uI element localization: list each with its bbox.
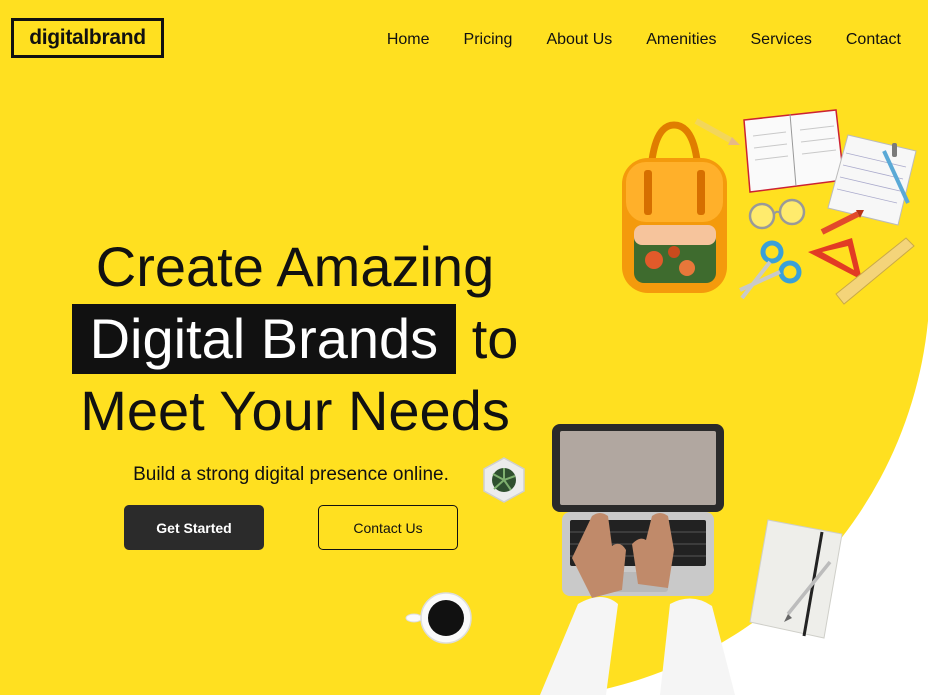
scissors-image: [739, 240, 802, 300]
notepad-image: [749, 519, 843, 639]
headline-line-1: Create Amazing: [95, 235, 495, 298]
contact-us-button[interactable]: Contact Us: [318, 505, 458, 550]
hands-image: [540, 513, 735, 695]
headline-highlight: Digital Brands: [71, 304, 457, 374]
glasses-image: [748, 198, 806, 230]
get-started-button[interactable]: Get Started: [124, 505, 264, 550]
nav-services[interactable]: Services: [751, 31, 812, 49]
plant-image: [483, 457, 525, 503]
headline-line-3: Meet Your Needs: [80, 379, 510, 442]
nav-home[interactable]: Home: [387, 31, 430, 49]
brand-logo[interactable]: digitalbrand: [11, 18, 164, 58]
pencil-top-image: [694, 118, 740, 145]
headline-line-2: Digital Brands to: [0, 304, 590, 374]
nav-about-us[interactable]: About Us: [546, 31, 612, 49]
coffee-cup-image: [405, 592, 472, 644]
triangle-ruler-image: [808, 237, 915, 305]
nav-amenities[interactable]: Amenities: [646, 31, 716, 49]
headline-line-2-rest: to: [471, 307, 519, 370]
hero-section: digitalbrand Home Pricing About Us Ameni…: [0, 0, 928, 695]
nav-pricing[interactable]: Pricing: [464, 31, 513, 49]
main-nav: Home Pricing About Us Amenities Services…: [387, 31, 901, 49]
nav-contact[interactable]: Contact: [846, 31, 901, 49]
